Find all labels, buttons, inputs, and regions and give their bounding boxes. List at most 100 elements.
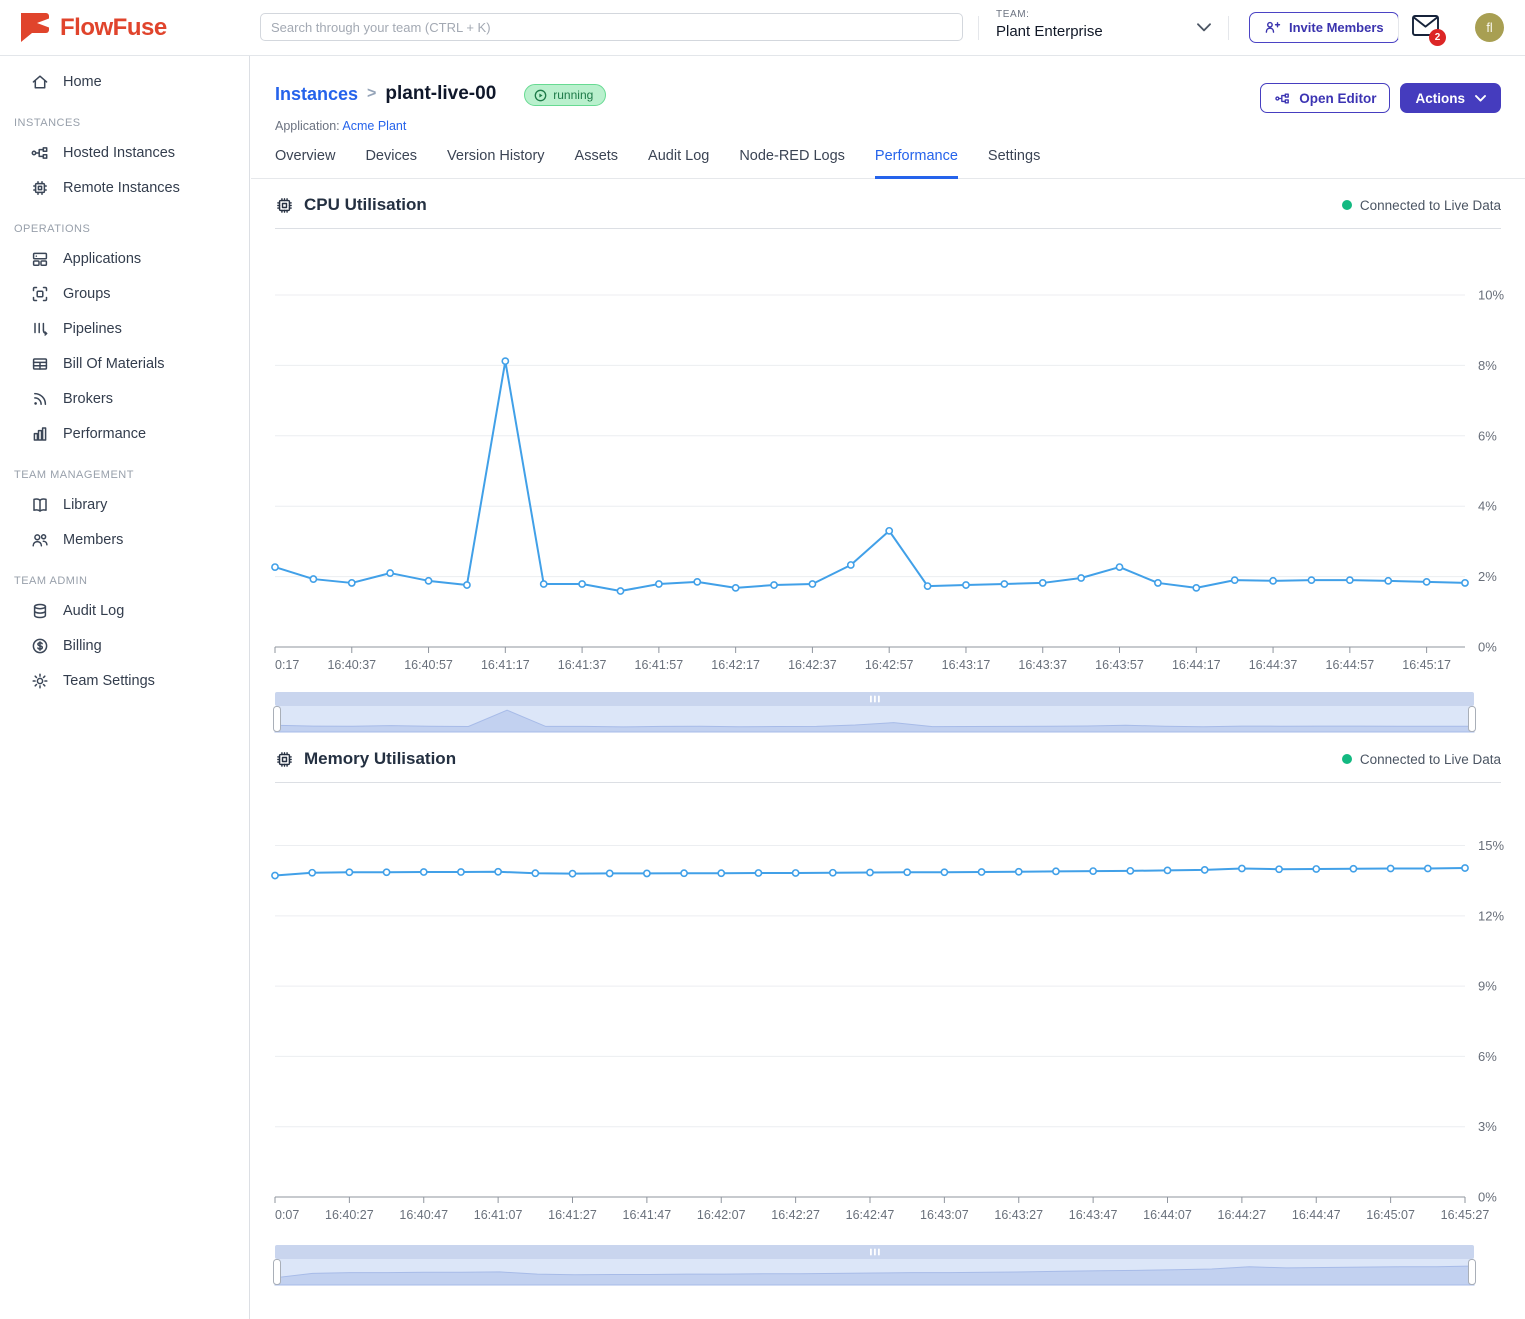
tab-performance[interactable]: Performance	[875, 148, 958, 179]
main-content: Instances > plant-live-00 running	[251, 56, 1525, 1319]
header-divider	[1228, 16, 1229, 40]
tab-version-history[interactable]: Version History	[447, 148, 545, 179]
y-tick-label: 8%	[1478, 358, 1497, 373]
sidebar-item-brokers[interactable]: Brokers	[0, 381, 249, 416]
y-tick-label: 0%	[1478, 640, 1497, 655]
actions-label: Actions	[1415, 91, 1465, 106]
invite-members-label: Invite Members	[1289, 20, 1384, 35]
x-tick-label: 16:45:27	[1441, 1208, 1490, 1222]
y-tick-label: 4%	[1478, 499, 1497, 514]
tab-overview[interactable]: Overview	[275, 148, 335, 179]
sidebar-item-label: Audit Log	[63, 603, 124, 619]
sidebar-item-home[interactable]: Home	[0, 64, 249, 99]
memory-live-status: Connected to Live Data	[1342, 752, 1501, 767]
tab-audit-log[interactable]: Audit Log	[648, 148, 709, 179]
tab-node-red-logs[interactable]: Node-RED Logs	[739, 148, 845, 179]
pipelines-icon	[30, 319, 50, 339]
sidebar-item-pipelines[interactable]: Pipelines	[0, 311, 249, 346]
sidebar-item-label: Pipelines	[63, 321, 122, 337]
x-tick-label: 16:43:07	[920, 1208, 969, 1222]
team-selector[interactable]: TEAM: Plant Enterprise	[996, 9, 1103, 40]
memory-section: Memory Utilisation Connected to Live Dat…	[251, 733, 1525, 1287]
sidebar-item-team-settings[interactable]: Team Settings	[0, 663, 249, 698]
x-tick-label: 16:42:27	[771, 1208, 820, 1222]
nav-grip-icon[interactable]	[870, 696, 872, 703]
open-editor-button[interactable]: Open Editor	[1260, 83, 1390, 113]
user-plus-icon	[1264, 19, 1281, 36]
sidebar-item-bill-of-materials[interactable]: Bill Of Materials	[0, 346, 249, 381]
sidebar-item-library[interactable]: Library	[0, 487, 249, 522]
x-tick-label: 0:07	[275, 1208, 299, 1222]
avatar[interactable]: fl	[1475, 13, 1504, 42]
breadcrumb-instances-link[interactable]: Instances	[275, 84, 358, 105]
sidebar-item-performance[interactable]: Performance	[0, 416, 249, 451]
sidebar-item-groups[interactable]: Groups	[0, 276, 249, 311]
tab-devices[interactable]: Devices	[365, 148, 417, 179]
breadcrumb-separator: >	[367, 85, 376, 103]
y-tick-label: 10%	[1478, 288, 1504, 303]
header-divider	[978, 16, 979, 40]
y-tick-label: 9%	[1478, 979, 1497, 994]
audit-log-icon	[30, 601, 50, 621]
sidebar-item-applications[interactable]: Applications	[0, 241, 249, 276]
status-badge: running	[524, 84, 606, 106]
brand-name: FlowFuse	[60, 14, 167, 42]
x-tick-label: 16:44:37	[1249, 658, 1298, 672]
y-tick-label: 15%	[1478, 838, 1504, 853]
chevron-down-icon	[1475, 95, 1486, 102]
sidebar-section-operations: OPERATIONS	[14, 223, 249, 235]
search-input[interactable]	[260, 13, 963, 41]
application-link[interactable]: Acme Plant	[342, 119, 406, 133]
remote-instances-icon	[30, 178, 50, 198]
x-tick-label: 16:45:17	[1402, 658, 1451, 672]
memory-chart: 15%12%9%6%3%0%0:0716:40:2716:40:4716:41:…	[275, 787, 1501, 1287]
y-tick-label: 2%	[1478, 569, 1497, 584]
notifications-button[interactable]: 2	[1412, 15, 1442, 41]
invite-members-button[interactable]: Invite Members	[1249, 12, 1399, 43]
tab-settings[interactable]: Settings	[988, 148, 1040, 179]
breadcrumb: Instances > plant-live-00	[275, 83, 496, 105]
cpu-live-status: Connected to Live Data	[1342, 198, 1501, 213]
nav-handle-right[interactable]	[1469, 707, 1476, 732]
live-dot-icon	[1342, 200, 1352, 210]
sidebar-item-billing[interactable]: Billing	[0, 628, 249, 663]
nav-grip-icon[interactable]	[878, 1249, 880, 1256]
nav-handle-left[interactable]	[274, 707, 281, 732]
x-tick-label: 16:44:47	[1292, 1208, 1341, 1222]
x-tick-label: 16:41:37	[558, 658, 607, 672]
cpu-chart-title: CPU Utilisation	[304, 195, 427, 215]
sidebar-item-remote-instances[interactable]: Remote Instances	[0, 170, 249, 205]
sidebar: HomeINSTANCESHosted InstancesRemote Inst…	[0, 56, 250, 1319]
nav-grip-icon[interactable]	[874, 696, 876, 703]
hosted-instances-icon	[30, 143, 50, 163]
bill-of-materials-icon	[30, 354, 50, 374]
x-tick-label: 16:45:07	[1366, 1208, 1415, 1222]
sidebar-item-audit-log[interactable]: Audit Log	[0, 593, 249, 628]
x-tick-label: 16:41:07	[474, 1208, 523, 1222]
x-tick-label: 16:41:47	[623, 1208, 672, 1222]
x-tick-label: 16:42:47	[846, 1208, 895, 1222]
sidebar-item-label: Remote Instances	[63, 180, 180, 196]
x-tick-label: 16:40:57	[404, 658, 453, 672]
home-icon	[30, 72, 50, 92]
nav-grip-icon[interactable]	[874, 1249, 876, 1256]
sidebar-item-hosted-instances[interactable]: Hosted Instances	[0, 135, 249, 170]
header-divider	[1398, 16, 1399, 40]
nav-grip-icon[interactable]	[878, 696, 880, 703]
y-tick-label: 3%	[1478, 1119, 1497, 1134]
tab-assets[interactable]: Assets	[575, 148, 619, 179]
x-tick-label: 16:43:47	[1069, 1208, 1118, 1222]
notification-badge: 2	[1429, 29, 1446, 46]
nav-handle-right[interactable]	[1469, 1260, 1476, 1285]
nav-grip-icon[interactable]	[870, 1249, 872, 1256]
x-tick-label: 16:43:27	[994, 1208, 1043, 1222]
sidebar-item-members[interactable]: Members	[0, 522, 249, 557]
actions-button[interactable]: Actions	[1400, 83, 1501, 113]
application-label: Application:	[275, 119, 340, 133]
nav-handle-left[interactable]	[274, 1260, 281, 1285]
live-status-label: Connected to Live Data	[1360, 198, 1501, 213]
x-tick-label: 16:44:57	[1326, 658, 1375, 672]
chevron-down-icon[interactable]	[1197, 23, 1211, 32]
node-editor-icon	[1274, 90, 1291, 107]
flowfuse-logo[interactable]: FlowFuse	[18, 12, 167, 43]
